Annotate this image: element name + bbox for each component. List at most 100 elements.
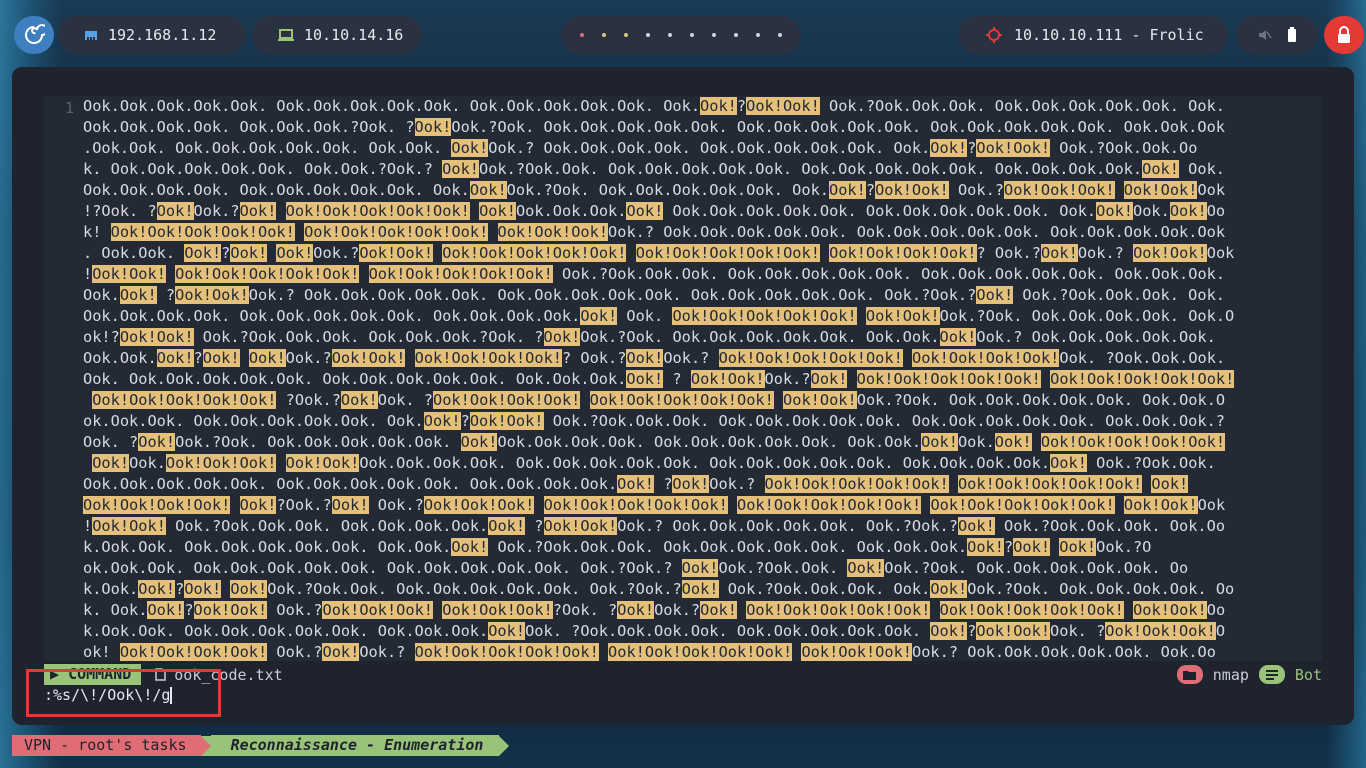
- search-match: Ook!: [248, 265, 286, 283]
- tmux-session[interactable]: VPN - root's tasks: [12, 735, 201, 756]
- search-match: Ook!: [1050, 601, 1088, 619]
- code-line: !Ook!Ook! Ook!Ook!Ook!Ook!Ook! Ook!Ook!O…: [83, 265, 1226, 283]
- code-line: ok.Ook.Ook. Ook.Ook.Ook.Ook.Ook. Ook.Ook…: [83, 559, 1189, 577]
- powerline-separator: [499, 735, 510, 756]
- search-match: Ook!: [746, 244, 784, 262]
- search-match: Ook!: [414, 118, 452, 136]
- code-line: . Ook.Ook. Ook!?Ook! Ook!Ook.?Ook!Ook! O…: [83, 244, 1235, 262]
- search-match: Ook!: [460, 433, 498, 451]
- code-line: !?Ook. ?Ook!Ook.?Ook! Ook!Ook!Ook!Ook!Oo…: [83, 202, 1226, 220]
- search-match: Ook!: [1178, 622, 1216, 640]
- system-tray[interactable]: [1236, 16, 1318, 54]
- search-match: Ook!: [414, 349, 452, 367]
- host-ip-widget[interactable]: 192.168.1.12: [58, 16, 246, 54]
- search-match: Ook!: [893, 370, 931, 388]
- search-match: Ook!: [746, 601, 784, 619]
- lock-icon: [1338, 26, 1350, 43]
- battery-icon[interactable]: [1287, 27, 1297, 43]
- code-area[interactable]: Ook.Ook.Ook.Ook.Ook. Ook.Ook.Ook.Ook.Ook…: [83, 96, 1323, 661]
- workspace-dot[interactable]: [778, 33, 782, 37]
- search-match: Ook!: [571, 223, 609, 241]
- search-match: Ook!: [663, 391, 701, 409]
- command-line[interactable]: :%s/\!/Ook\!/g: [44, 685, 1322, 705]
- workspace-dot[interactable]: [712, 33, 716, 37]
- search-match: Ook!: [957, 475, 995, 493]
- search-match: Ook!: [525, 643, 562, 661]
- annotation-highlight-box: [26, 669, 221, 717]
- search-match: Ook!: [359, 244, 397, 262]
- search-match: Ook!: [626, 202, 664, 220]
- workspace-dot[interactable]: [690, 33, 694, 37]
- search-match: Ook!: [635, 244, 673, 262]
- search-match: Ook!: [322, 265, 360, 283]
- lock-button[interactable]: [1324, 16, 1364, 54]
- workspace-dot[interactable]: [624, 33, 628, 37]
- search-match: Ook!: [396, 601, 434, 619]
- search-match: Ook!: [543, 391, 581, 409]
- search-match: Ook!: [672, 475, 710, 493]
- search-match: Ook!: [423, 496, 461, 514]
- search-match: Ook!: [552, 244, 590, 262]
- target-widget[interactable]: 10.10.10.111 - Frolic: [958, 16, 1228, 54]
- search-match: Ook!: [1169, 202, 1207, 220]
- search-match: Ook!: [147, 601, 185, 619]
- search-match: Ook!: [184, 580, 222, 598]
- workspace-dot[interactable]: [580, 33, 584, 37]
- code-line: Ook.Ook.Ook.Ook. Ook.Ook.Ook.?Ook. ?Ook!…: [83, 118, 1225, 136]
- code-line: Ook.Ook.Ook.Ook.Ook. Ook.Ook.Ook.Ook.Ook…: [83, 97, 1226, 115]
- search-match: Ook!: [893, 601, 931, 619]
- search-match: Ook!: [829, 349, 866, 367]
- search-match: Ook!: [976, 601, 1014, 619]
- search-match: Ook!: [304, 223, 341, 241]
- search-match: Ook!: [129, 265, 166, 283]
- tmux-window[interactable]: Reconnaissance - Enumeration: [210, 735, 500, 756]
- folder-icon: [1176, 665, 1203, 684]
- search-match: Ook!: [746, 97, 783, 115]
- code-line: k. Ook.Ook!?Ook!Ook! Ook.?Ook!Ook!Ook! O…: [83, 601, 1226, 619]
- workspace-dot[interactable]: [756, 33, 760, 37]
- code-line: Ook!Ook!Ook!Ook! Ook!?Ook.?Ook! Ook.?Ook…: [83, 496, 1226, 514]
- workspace-dot[interactable]: [602, 33, 606, 37]
- scroll-position: Bot: [1294, 665, 1322, 684]
- code-line: Ook. Ook.Ook.Ook.Ook.Ook. Ook.Ook.Ook.Oo…: [83, 370, 1235, 388]
- workspace-indicator[interactable]: [561, 16, 801, 54]
- search-match: Ook!: [755, 349, 793, 367]
- search-match: Ook!: [202, 454, 240, 472]
- code-line: ok! Ook!Ook!Ook!Ook! Ook.?Ook!Ook.? Ook!…: [83, 643, 1216, 661]
- workspace-dot[interactable]: [646, 33, 650, 37]
- code-line: ok.Ook.Ook. Ook.Ook.Ook.Ook.Ook. Ook.Ook…: [83, 412, 1226, 430]
- search-match: Ook!: [608, 643, 645, 661]
- search-match: Ook!: [479, 202, 516, 220]
- vpn-ip-text: 10.10.14.16: [304, 26, 404, 44]
- session-name: nmap: [1212, 665, 1249, 684]
- search-match: Ook!: [506, 412, 544, 430]
- search-match: Ook!: [543, 496, 581, 514]
- workspace-dot[interactable]: [668, 33, 672, 37]
- search-match: Ook!: [1004, 181, 1041, 199]
- search-match: Ook!: [396, 202, 434, 220]
- search-match: Ook!: [1040, 496, 1078, 514]
- search-match: Ook!: [1105, 475, 1143, 493]
- search-match: Ook!: [451, 139, 489, 157]
- search-match: Ook!: [92, 454, 130, 472]
- search-match: Ook!: [994, 475, 1032, 493]
- search-match: Ook!: [469, 181, 507, 199]
- vpn-ip-widget[interactable]: 10.10.14.16: [252, 16, 422, 54]
- workspace-dot[interactable]: [734, 33, 738, 37]
- search-match: Ook!: [451, 643, 489, 661]
- launcher-button[interactable]: [14, 16, 54, 54]
- search-match: Ook!: [911, 181, 949, 199]
- search-match: Ook!: [782, 97, 820, 115]
- search-match: Ook!: [875, 643, 912, 661]
- search-match: Ook!: [700, 391, 737, 409]
- search-match: Ook!: [884, 496, 922, 514]
- search-match: Ook!: [506, 391, 544, 409]
- search-match: Ook!: [221, 223, 259, 241]
- search-match: Ook!: [718, 643, 756, 661]
- statusline-right: nmap Bot: [1176, 664, 1322, 685]
- search-match: Ook!: [156, 328, 194, 346]
- mute-icon[interactable]: [1258, 28, 1272, 42]
- search-match: Ook!: [902, 244, 940, 262]
- search-match: Ook!: [976, 286, 1014, 304]
- search-match: Ook!: [515, 244, 553, 262]
